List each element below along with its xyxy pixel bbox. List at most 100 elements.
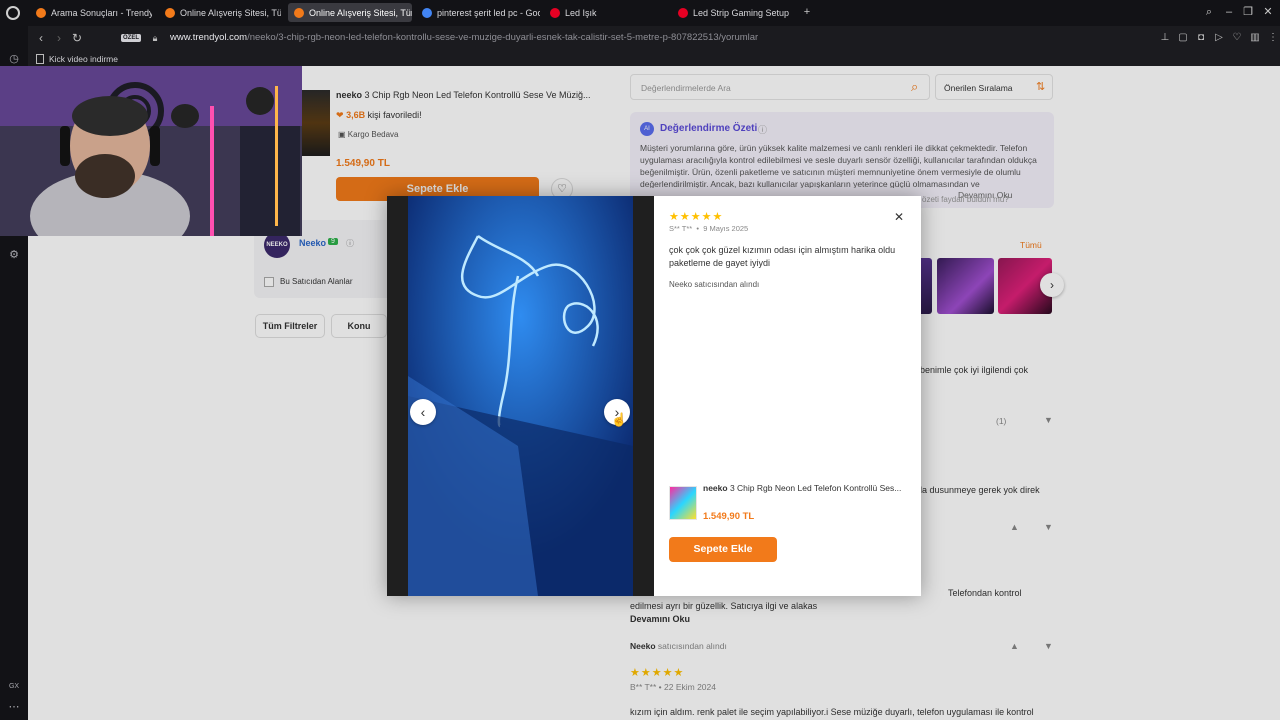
url-domain: www.trendyol.com (170, 32, 248, 43)
truck-icon: ▣ (338, 130, 346, 139)
product-thumbnail[interactable] (300, 90, 330, 156)
sort-label: Önerilen Sıralama (944, 83, 1013, 93)
close-modal-icon[interactable]: ✕ (894, 210, 904, 224)
private-badge: ÖZEL (121, 34, 141, 42)
review-partial-text: ıcı benimle çok iyi ilgilendi çok (908, 365, 1029, 375)
google-favicon-icon (422, 7, 432, 18)
tab-online-alisveris-1[interactable]: Online Alışveriş Sitesi, Tür (159, 3, 281, 22)
summary-title: Değerlendirme Özeti (660, 123, 758, 134)
pin-icon[interactable]: ⊥ (1158, 31, 1172, 45)
modal-product-thumbnail[interactable] (669, 486, 697, 520)
trendyol-favicon-icon (165, 7, 175, 18)
tab-led-isik[interactable]: Led Işık (544, 3, 668, 22)
review-meta: B** T** • 22 Ekim 2024 (630, 682, 716, 692)
search-icon[interactable]: ⌕ (911, 79, 918, 95)
bookmarks-bar: Kick video indirme (28, 52, 1280, 66)
modal-review-text: çok çok çok güzel kızımın odası için alm… (669, 245, 896, 268)
tab-led-strip-gaming[interactable]: Led Strip Gaming Setup (672, 3, 796, 22)
opera-logo-icon[interactable] (6, 6, 20, 20)
search-tabs-icon[interactable]: ⌕ (1203, 6, 1215, 18)
modal-add-to-cart-button[interactable]: Sepete Ekle (669, 537, 777, 562)
summary-text: Müşteri yorumlarına göre, ürün yüksek ka… (640, 143, 1037, 188)
modal-product-name: 3 Chip Rgb Neon Led Telefon Kontrollü Se… (727, 483, 902, 493)
like-count: (1) (996, 416, 1007, 426)
favorites-suffix: kişi favoriledi! (365, 110, 422, 120)
seller-name[interactable]: Neeko (299, 238, 326, 248)
tab-pinterest-search[interactable]: pinterest şerit led pc - Goo (416, 3, 540, 22)
led-photo-image (408, 196, 633, 596)
review-partial-text: fazla dusunmeye gerek yok direk (908, 485, 1040, 495)
dislike-icon[interactable]: ▼ (1044, 415, 1053, 425)
summary-info-icon[interactable]: ⓘ (758, 123, 767, 136)
favorites-count: 3,6B (346, 110, 366, 120)
trendyol-favicon-icon (36, 7, 46, 18)
all-filters-button[interactable]: Tüm Filtreler (255, 314, 325, 338)
close-window-icon[interactable]: ✕ (1262, 6, 1274, 18)
favorites-line: ❤ 3,6B kişi favoriledi! (336, 110, 422, 121)
back-arrow-icon[interactable]: ‹ (34, 31, 48, 45)
modal-review-meta: S** T** • 9 Mayıs 2025 (669, 224, 749, 233)
tab-bar: Arama Sonuçları - Trendyo Online Alışver… (0, 0, 1280, 26)
review-photo (408, 196, 633, 596)
review-photo-thumb[interactable] (937, 258, 994, 314)
menu-icon[interactable]: ⋮ (1266, 31, 1280, 45)
product-price: 1.549,90 TL (336, 158, 390, 169)
snapshot-icon[interactable]: ▢ (1176, 31, 1190, 45)
review-photo-modal: ‹ › ✕ ★★★★★ S** T** • 9 Mayıs 2025 çok ç… (387, 196, 921, 596)
like-icon[interactable]: ▲ (1010, 641, 1019, 651)
heart-icon[interactable]: ♡ (1230, 31, 1244, 45)
tab-online-alisveris-active[interactable]: Online Alışveriş Sitesi, Tür (288, 3, 412, 22)
dislike-icon[interactable]: ▼ (1044, 641, 1053, 651)
review-read-more[interactable]: Devamını Oku (630, 614, 690, 624)
review-search-input[interactable]: Değerlendirmelerde Ara ⌕ (630, 74, 930, 100)
webcam-feed-image (0, 66, 302, 236)
modal-review-author: S** T** (669, 224, 693, 233)
product-brand: neeko (336, 90, 363, 100)
settings-gear-icon[interactable]: ⚙ (7, 248, 21, 262)
pinterest-favicon-icon (550, 7, 560, 18)
shield-icon[interactable]: ◘ (1194, 31, 1208, 45)
sort-dropdown[interactable]: Önerilen Sıralama ⇅ (935, 74, 1053, 100)
prev-photo-arrow-icon[interactable]: ‹ (410, 399, 436, 425)
address-bar[interactable]: www.trendyol.com/neeko/3-chip-rgb-neon-l… (170, 32, 758, 43)
ai-icon: AI (640, 122, 654, 136)
new-tab-plus-icon[interactable]: + (801, 6, 813, 18)
review-seller-name: Neeko (630, 641, 656, 651)
topic-filter-button[interactable]: Konu (331, 314, 387, 338)
bookmark-kick-video[interactable]: Kick video indirme (49, 54, 118, 64)
restore-icon[interactable]: ❐ (1242, 6, 1254, 18)
seller-filter-checkbox[interactable] (264, 277, 274, 287)
product-title[interactable]: neeko 3 Chip Rgb Neon Led Telefon Kontro… (336, 90, 591, 100)
more-options-icon[interactable]: ⋯ (7, 700, 21, 714)
shipping-line: ▣ Kargo Bedava (338, 130, 399, 139)
speed-dial-icon[interactable]: ◷ (7, 52, 21, 66)
photos-next-arrow-icon[interactable]: › (1040, 273, 1064, 297)
review-seller-suffix: satıcısından alındı (655, 641, 727, 651)
play-icon[interactable]: ▷ (1212, 31, 1226, 45)
minimize-icon[interactable]: – (1223, 6, 1235, 18)
tab-arama-sonuclari[interactable]: Arama Sonuçları - Trendyo (30, 3, 152, 22)
modal-rating-stars: ★★★★★ (669, 211, 724, 223)
reload-icon[interactable]: ↻ (70, 31, 84, 45)
shipping-label: Kargo Bedava (347, 130, 399, 139)
all-photos-link[interactable]: Tümü (1020, 240, 1042, 250)
wallet-icon[interactable]: ▥ (1248, 31, 1262, 45)
review-summary-box: AI Değerlendirme Özeti ⓘ Müşteri yorumla… (630, 112, 1054, 208)
info-icon[interactable]: ⓘ (346, 238, 354, 249)
like-icon[interactable]: ▲ (1010, 522, 1019, 532)
review-author: B** T** (630, 682, 657, 692)
summary-feedback-question: özeti faydalı buldun mu? (922, 195, 1009, 204)
forward-arrow-icon[interactable]: › (52, 31, 66, 45)
review-text-line: kızım için aldım. renk palet ile seçim y… (630, 707, 1034, 717)
dislike-icon[interactable]: ▼ (1044, 522, 1053, 532)
modal-review-date: 9 Mayıs 2025 (703, 224, 749, 233)
modal-product-price: 1.549,90 TL (703, 511, 755, 522)
pinterest-favicon-icon (678, 7, 688, 18)
trendyol-favicon-icon (294, 7, 304, 18)
seller-filter-label: Bu Satıcıdan Alanlar (280, 277, 353, 286)
heart-badge-icon: ❤ (336, 110, 344, 120)
review-seller-note: Neeko satıcısından alındı (630, 641, 727, 651)
sort-arrows-icon: ⇅ (1036, 81, 1046, 93)
modal-product-title[interactable]: neeko 3 Chip Rgb Neon Led Telefon Kontro… (703, 483, 909, 493)
lock-icon[interactable]: 🔒︎ (148, 31, 162, 45)
